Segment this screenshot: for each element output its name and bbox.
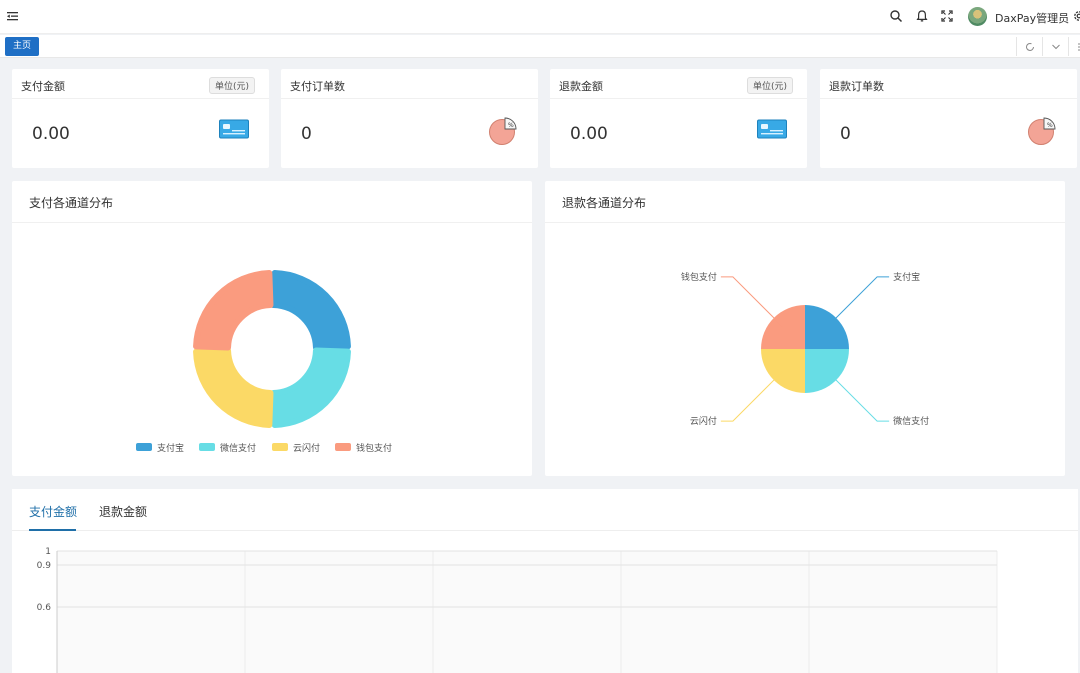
pie-chart-icon: % xyxy=(1028,117,1056,145)
card-title: 支付订单数 xyxy=(290,80,345,93)
card-title: 退款订单数 xyxy=(829,80,884,93)
stat-card-refund-count: 退款订单数 0 % xyxy=(820,69,1077,168)
trend-line-chart: 1 0.9 0.6 xyxy=(37,547,998,673)
stat-card-refund-amount: 退款金额 单位(元) 0.00 xyxy=(550,69,807,168)
unit-badge: 单位(元) xyxy=(208,77,255,94)
pie-label: 云闪付 xyxy=(690,416,717,427)
legend-label[interactable]: 微信支付 xyxy=(220,442,256,454)
top-header: DaxPay管理员 xyxy=(0,0,1080,34)
tab-more-button[interactable] xyxy=(1068,37,1080,56)
donut-slice[interactable] xyxy=(193,270,274,351)
legend-swatch[interactable] xyxy=(335,443,351,451)
card-divider xyxy=(550,98,807,99)
card-title: 退款金额 xyxy=(559,80,603,93)
svg-text:%: % xyxy=(1047,122,1053,129)
refund-channel-panel: 退款各通道分布 支付宝微信支付 云闪付 钱包支付 xyxy=(545,181,1065,476)
avatar[interactable] xyxy=(968,7,987,26)
search-icon[interactable] xyxy=(889,9,903,23)
username[interactable]: DaxPay管理员 xyxy=(995,10,1069,26)
legend-label[interactable]: 支付宝 xyxy=(157,442,184,454)
bell-icon[interactable] xyxy=(915,9,929,23)
refund-channel-pie-chart: 支付宝微信支付 云闪付 钱包支付 xyxy=(681,271,929,427)
pie-chart-icon: % xyxy=(489,117,517,145)
donut-slice[interactable] xyxy=(270,270,351,351)
y-tick-label: 0.9 xyxy=(37,561,52,571)
refresh-button[interactable] xyxy=(1016,37,1042,56)
y-tick-label: 0.6 xyxy=(37,603,52,613)
pay-channel-donut-chart: 支付宝 微信支付 云闪付 钱包支付 xyxy=(136,270,392,454)
card-divider xyxy=(281,98,538,99)
card-value: 0.00 xyxy=(32,124,70,144)
tab-home[interactable]: 主页 xyxy=(5,37,40,56)
legend-swatch[interactable] xyxy=(272,443,288,451)
panel-title: 退款各通道分布 xyxy=(562,196,647,210)
credit-card-icon xyxy=(757,119,787,139)
donut-slice[interactable] xyxy=(270,347,351,428)
legend-swatch[interactable] xyxy=(136,443,152,451)
tab-dropdown-button[interactable] xyxy=(1042,37,1068,56)
tab-refund-amount[interactable]: 退款金额 xyxy=(99,503,147,520)
card-divider xyxy=(12,98,269,99)
svg-text:%: % xyxy=(508,122,514,129)
tabs-bar: 主页 xyxy=(0,35,1080,58)
donut-slice[interactable] xyxy=(193,347,274,428)
legend-label[interactable]: 云闪付 xyxy=(293,443,320,454)
pay-channel-panel: 支付各通道分布 支付宝 微信支付 云闪付 钱包支付 xyxy=(12,181,532,476)
tab-pay-amount[interactable]: 支付金额 xyxy=(29,503,77,520)
card-value: 0.00 xyxy=(570,124,608,144)
card-divider xyxy=(820,98,1077,99)
legend-label[interactable]: 钱包支付 xyxy=(356,442,392,454)
chevron-down-icon xyxy=(1052,44,1060,50)
legend-swatch[interactable] xyxy=(199,443,215,451)
stat-card-pay-count: 支付订单数 0 % xyxy=(281,69,538,168)
card-value: 0 xyxy=(840,124,851,144)
pie-label: 钱包支付 xyxy=(681,271,717,283)
stat-card-pay-amount: 支付金额 单位(元) 0.00 xyxy=(12,69,269,168)
unit-badge: 单位(元) xyxy=(746,77,793,94)
fullscreen-icon[interactable] xyxy=(940,9,954,23)
pie-label: 微信支付 xyxy=(893,415,929,427)
credit-card-icon xyxy=(219,119,249,139)
menu-fold-icon[interactable] xyxy=(6,10,19,23)
refresh-icon xyxy=(1026,42,1034,51)
pie-label: 支付宝 xyxy=(893,271,920,283)
panel-title: 支付各通道分布 xyxy=(29,196,114,210)
trend-panel: 支付金额 退款金额 1 0.9 0.6 xyxy=(12,489,1078,673)
plot-area xyxy=(57,551,997,673)
settings-icon[interactable] xyxy=(1072,9,1080,23)
card-title: 支付金额 xyxy=(21,80,65,93)
card-value: 0 xyxy=(301,124,312,144)
y-tick-label: 1 xyxy=(45,547,51,557)
